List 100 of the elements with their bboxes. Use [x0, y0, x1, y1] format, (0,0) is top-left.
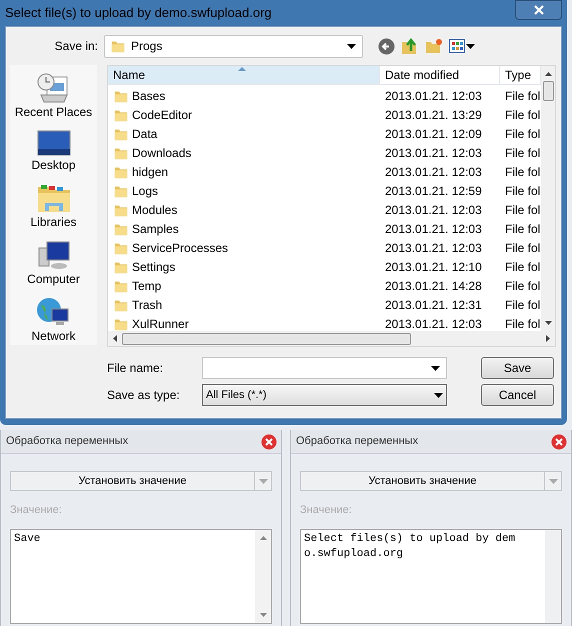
folder-icon: [114, 222, 128, 236]
date-cell-text: 2013.01.21. 12:03: [384, 88, 483, 104]
file-name-cell[interactable]: Logs: [108, 182, 380, 200]
folder-icon: [114, 88, 128, 102]
network-icon: [36, 297, 70, 327]
sort-arrow-icon: [238, 67, 246, 71]
date-cell-text: 2013.01.21. 12:03: [384, 240, 483, 256]
date-cell-text: 2013.01.21. 12:03: [384, 220, 483, 238]
folder-icon: [111, 39, 125, 53]
recent-places-icon: [36, 73, 70, 103]
close-icon[interactable]: [261, 434, 277, 450]
folder-icon: [114, 146, 128, 160]
close-button[interactable]: [515, 0, 562, 20]
place-item[interactable]: Network: [31, 297, 76, 345]
file-name-cell[interactable]: Data: [108, 124, 380, 142]
value-label: Значение:: [10, 503, 63, 518]
value-label: Значение:: [300, 503, 353, 518]
type-cell-text: File fol: [504, 220, 541, 238]
file-name-cell[interactable]: Temp: [108, 276, 380, 294]
action-dropdown[interactable]: Установить значение: [300, 471, 562, 491]
file-name-cell[interactable]: Bases: [108, 86, 380, 104]
file-name-cell[interactable]: CodeEditor: [108, 106, 380, 124]
dialog-button[interactable]: Save: [481, 357, 554, 379]
panel-title: Обработка переменных: [6, 434, 128, 450]
scroll-left-icon[interactable]: [113, 335, 117, 342]
folder-icon: [114, 164, 128, 178]
place-item[interactable]: Computer: [27, 240, 80, 288]
folder-icon: [114, 298, 128, 312]
date-cell-text: 2013.01.21. 12:03: [384, 202, 483, 218]
action-dropdown[interactable]: Установить значение: [10, 471, 272, 491]
dropdown-caret-icon: [431, 366, 440, 370]
vertical-scrollbar[interactable]: [541, 66, 555, 331]
desktop-icon: [36, 130, 70, 156]
date-cell-text: 2013.01.21. 12:03: [384, 144, 483, 162]
value-textarea[interactable]: Select files(s) to upload by demo.swfupload.org: [300, 528, 562, 624]
horizontal-scrollbar[interactable]: [108, 331, 555, 346]
type-cell-text: File fol: [504, 316, 541, 331]
type-cell-text: File fol: [504, 296, 541, 314]
view-menu-icon[interactable]: [449, 39, 475, 53]
place-item[interactable]: Libraries: [30, 183, 77, 231]
file-name-cell[interactable]: Modules: [108, 200, 380, 218]
scroll-down-icon[interactable]: [544, 321, 552, 325]
column-header[interactable]: Type: [500, 66, 541, 85]
type-cell-text: File fol: [504, 106, 541, 124]
scroll-thumb[interactable]: [542, 81, 554, 101]
file-name-cell[interactable]: Downloads: [108, 144, 380, 162]
dropdown-caret-icon: [548, 478, 558, 484]
date-cell-text: 2013.01.21. 12:09: [384, 126, 483, 142]
type-cell-text: File fol: [504, 240, 541, 256]
type-cell-text: File fol: [504, 88, 541, 104]
scroll-up-icon[interactable]: [544, 72, 552, 76]
back-icon[interactable]: [378, 38, 395, 54]
folder-icon: [114, 184, 128, 198]
file-name-cell[interactable]: ServiceProcesses: [108, 238, 380, 256]
dropdown-caret-icon: [347, 44, 356, 48]
dropdown-caret-icon: [466, 44, 475, 48]
type-cell-text: File fol: [504, 144, 541, 162]
file-name-cell[interactable]: hidgen: [108, 162, 380, 180]
folder-icon: [114, 260, 128, 274]
scroll-thumb[interactable]: [122, 332, 411, 344]
folder-icon: [114, 278, 128, 292]
column-header[interactable]: Name: [108, 66, 380, 85]
folder-icon: [114, 108, 128, 122]
file-name-cell[interactable]: Settings: [108, 258, 380, 276]
folder-icon: [114, 240, 128, 254]
type-cell-text: File fol: [504, 202, 541, 218]
place-item[interactable]: Recent Places: [14, 73, 92, 121]
dialog-button[interactable]: Cancel: [481, 384, 554, 406]
folder-icon: [114, 316, 128, 330]
type-cell-text: File fol: [504, 182, 541, 200]
file-name-cell[interactable]: Trash: [108, 296, 380, 314]
libraries-icon: [36, 183, 70, 213]
dropdown-caret-icon: [258, 478, 268, 484]
file-name-field[interactable]: [202, 357, 447, 379]
folder-icon: [114, 126, 128, 140]
file-name-label: File name:: [107, 360, 164, 377]
panel-title: Обработка переменных: [296, 434, 418, 450]
date-cell-text: 2013.01.21. 12:03: [384, 164, 483, 180]
date-cell-text: 2013.01.21. 12:31: [384, 296, 483, 314]
date-cell-text: 2013.01.21. 12:03: [384, 316, 483, 331]
date-cell-text: 2013.01.21. 12:10: [384, 258, 483, 276]
folder-up-icon[interactable]: [401, 37, 419, 55]
scroll-right-icon[interactable]: [546, 335, 550, 342]
save-as-type-dropdown[interactable]: All Files (*.*): [202, 384, 447, 406]
save-in-dropdown[interactable]: Progs: [104, 34, 363, 58]
close-icon[interactable]: [551, 434, 567, 450]
save-in-label: Save in:: [54, 38, 99, 55]
type-cell-text: File fol: [504, 126, 541, 142]
value-textarea[interactable]: Save: [10, 528, 272, 624]
place-item[interactable]: Desktop: [31, 130, 76, 174]
file-name-cell[interactable]: Samples: [108, 220, 380, 238]
type-cell-text: File fol: [504, 278, 541, 294]
new-folder-icon[interactable]: [425, 38, 443, 54]
type-cell-text: File fol: [504, 258, 541, 276]
type-cell-text: File fol: [504, 164, 541, 180]
column-header[interactable]: Date modified: [380, 66, 500, 85]
save-as-type-label: Save as type:: [107, 387, 181, 404]
date-cell-text: 2013.01.21. 13:29: [384, 106, 483, 124]
file-name-cell[interactable]: XulRunner: [108, 314, 380, 331]
date-cell-text: 2013.01.21. 12:59: [384, 182, 483, 200]
